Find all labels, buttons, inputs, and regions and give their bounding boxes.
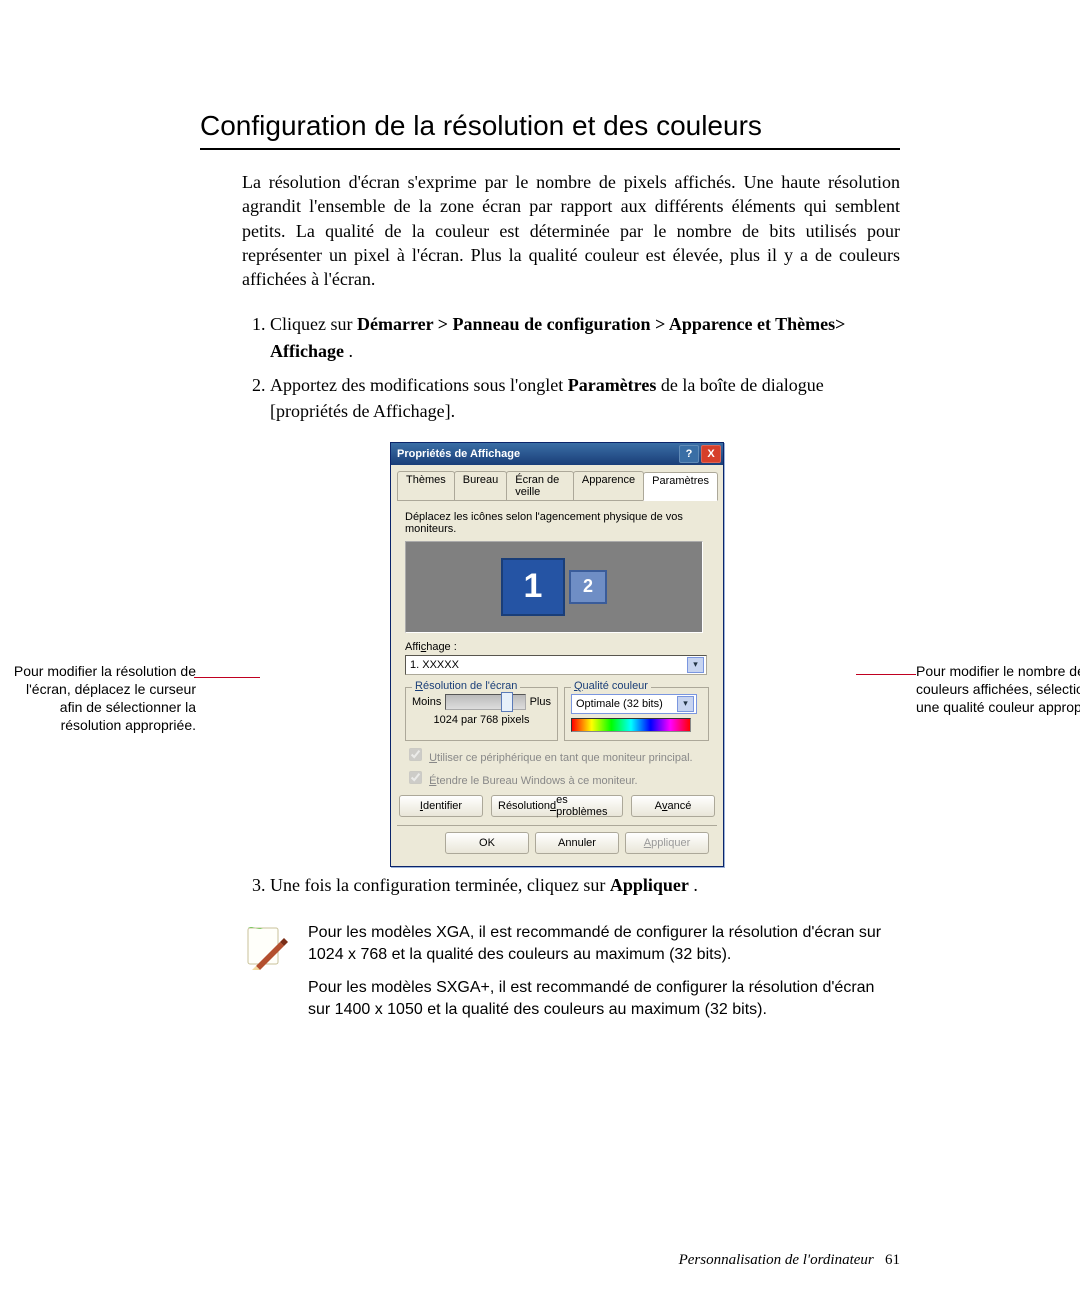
callout-left: Pour modifier la résolution de l'écran, … [0,662,196,735]
chevron-down-icon[interactable]: ▾ [687,657,704,673]
troubleshoot-button[interactable]: Résolution des problèmes [491,795,623,817]
extend-desktop-checkbox[interactable] [409,771,422,784]
title-rule [200,148,900,150]
close-button[interactable]: X [701,445,721,463]
step-1-bold: Démarrer > Panneau de configuration > Ap… [270,314,845,360]
callout-left-line [194,677,260,678]
ok-button[interactable]: OK [445,832,529,854]
tab-parametres[interactable]: Paramètres [643,472,718,501]
dialog-titlebar[interactable]: Propriétés de Affichage ? X [391,443,723,465]
callout-right-line [856,674,916,675]
resolution-value: 1024 par 768 pixels [412,714,551,726]
footer-page-number: 61 [885,1252,900,1268]
step-3: Une fois la configuration terminée, cliq… [270,872,900,898]
display-dropdown[interactable]: 1. XXXXX ▾ [405,655,707,675]
step-3-bold: Appliquer [610,875,689,895]
callout-right: Pour modifier le nombre de couleurs affi… [916,662,1080,717]
steps-list-continued: Une fois la configuration terminée, cliq… [242,872,900,898]
affichage-label: Affichage : [405,641,457,653]
color-quality-value: Optimale (32 bits) [576,698,663,710]
slider-thumb-icon[interactable] [501,692,513,712]
dialog-panel: Déplacez les icônes selon l'agencement p… [397,501,717,860]
footer-text: Personnalisation de l'ordinateur [679,1252,874,1268]
figure-area: Pour modifier la résolution de l'écran, … [200,442,900,852]
note-pencil-icon [242,922,290,1022]
step-1: Cliquez sur Démarrer > Panneau de config… [270,311,900,363]
page-footer: Personnalisation de l'ordinateur 61 [679,1252,900,1269]
primary-monitor-checkbox-row[interactable]: Utiliser ce périphérique en tant que mon… [405,745,709,764]
chevron-down-icon[interactable]: ▾ [677,696,694,712]
color-spectrum-icon [571,718,691,732]
step-2-prefix: Apportez des modifications sous l'onglet [270,375,568,395]
primary-monitor-checkbox[interactable] [409,748,422,761]
display-dropdown-value: 1. XXXXX [410,659,459,671]
resolution-groupbox: Résolution de l'écran Moins Plus 1024 pa… [405,687,558,741]
monitor-arrangement[interactable]: 1 2 [405,541,703,633]
step-2-bold: Paramètres [568,375,657,395]
note-p2: Pour les modèles SXGA+, il est recommand… [308,977,900,1022]
dialog-bottom-bar: OK Annuler Appliquer [397,825,717,860]
dialog-tabs: Thèmes Bureau Écran de veille Apparence … [397,471,717,501]
color-quality-groupbox: Qualité couleur Optimale (32 bits) ▾ [564,687,709,741]
dialog-title: Propriétés de Affichage [397,448,520,460]
step-3-prefix: Une fois la configuration terminée, cliq… [270,875,610,895]
identifier-button[interactable]: Identifier [399,795,483,817]
note-p1: Pour les modèles XGA, il est recommandé … [308,922,900,967]
step-3-suffix: . [693,875,698,895]
step-2: Apportez des modifications sous l'onglet… [270,372,900,424]
monitor-2-icon[interactable]: 2 [569,570,607,604]
extend-desktop-checkbox-row[interactable]: Étendre le Bureau Windows à ce moniteur. [405,768,709,787]
note-block: Pour les modèles XGA, il est recommandé … [242,922,900,1022]
color-quality-dropdown[interactable]: Optimale (32 bits) ▾ [571,694,697,714]
monitor-1-icon[interactable]: 1 [501,558,565,616]
page-title: Configuration de la résolution et des co… [200,110,900,142]
display-properties-dialog: Propriétés de Affichage ? X Thèmes Burea… [390,442,724,867]
arrange-hint: Déplacez les icônes selon l'agencement p… [405,511,709,535]
tab-ecran-veille[interactable]: Écran de veille [506,471,574,500]
tab-themes[interactable]: Thèmes [397,471,455,500]
step-1-suffix: . [348,341,353,361]
slider-moins-label: Moins [412,696,441,708]
resolution-slider[interactable] [445,694,525,710]
slider-plus-label: Plus [530,696,551,708]
steps-list: Cliquez sur Démarrer > Panneau de config… [242,311,900,423]
tab-bureau[interactable]: Bureau [454,471,507,500]
advanced-button[interactable]: Avancé [631,795,715,817]
intro-paragraph: La résolution d'écran s'exprime par le n… [242,170,900,291]
apply-button[interactable]: Appliquer [625,832,709,854]
step-1-prefix: Cliquez sur [270,314,357,334]
help-button[interactable]: ? [679,445,699,463]
note-text: Pour les modèles XGA, il est recommandé … [308,922,900,1022]
cancel-button[interactable]: Annuler [535,832,619,854]
tab-apparence[interactable]: Apparence [573,471,644,500]
